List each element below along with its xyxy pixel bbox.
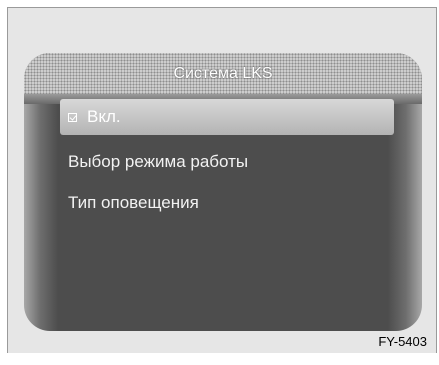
display-screen: Система LKS Вкл. Выбор режима работы Тип… [24, 53, 422, 331]
checkbox-checked-icon[interactable] [68, 112, 77, 122]
menu-item-label: Вкл. [87, 107, 121, 126]
menu-item-label: Выбор режима работы [68, 152, 249, 171]
menu-item-on[interactable]: Вкл. [60, 99, 394, 135]
menu-item-operating-mode[interactable]: Выбор режима работы [60, 144, 394, 180]
menu-item-alert-type[interactable]: Тип оповещения [60, 185, 394, 221]
screen-title: Система LKS [173, 64, 273, 82]
figure-frame: Система LKS Вкл. Выбор режима работы Тип… [7, 7, 437, 353]
menu-item-label: Тип оповещения [68, 193, 199, 212]
figure-code: FY-5403 [378, 334, 427, 349]
